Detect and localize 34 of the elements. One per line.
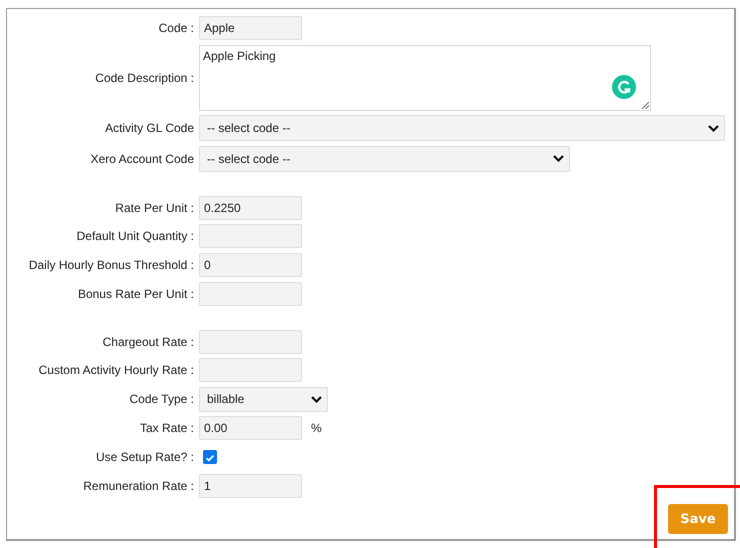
text-field[interactable] <box>199 330 302 354</box>
text-field[interactable] <box>199 358 302 382</box>
field-label: Code Description : <box>94 70 194 85</box>
text-field[interactable]: 0 <box>199 252 302 277</box>
field-label: Code Type : <box>128 392 194 406</box>
field-label: Bonus Rate Per Unit : <box>76 286 194 301</box>
description-field[interactable]: Apple Picking <box>199 44 651 111</box>
text-field[interactable] <box>199 282 302 306</box>
field-label: Rate Per Unit : <box>114 200 194 215</box>
field-label: Xero Account Code <box>90 152 194 166</box>
dropdown[interactable]: -- select code -- <box>199 115 725 142</box>
resize-grip-icon[interactable] <box>641 100 649 109</box>
field-label: Tax Rate : <box>138 421 194 436</box>
text-field[interactable]: 1 <box>199 474 302 498</box>
text-field[interactable]: Apple <box>199 16 302 40</box>
text-field[interactable]: 0.00 <box>199 416 302 440</box>
writing-assistant-icon[interactable] <box>612 74 636 99</box>
field-label: Custom Activity Hourly Rate : <box>38 363 194 378</box>
text-field[interactable] <box>199 224 302 248</box>
chevron-icon <box>311 396 322 403</box>
field-label: Activity GL Code <box>104 121 194 136</box>
chevron-icon <box>553 155 564 162</box>
unit-label: % <box>311 421 322 436</box>
field-label: Default Unit Quantity : <box>76 229 194 244</box>
text-field[interactable]: 0.2250 <box>199 196 302 220</box>
chevron-icon <box>708 124 719 132</box>
field-label: Chargeout Rate : <box>102 334 194 349</box>
field-label: Remuneration Rate : <box>82 478 194 493</box>
field-label: Code : <box>158 21 194 35</box>
field-label: Use Setup Rate? : <box>94 450 194 464</box>
dropdown[interactable]: -- select code -- <box>199 146 570 172</box>
field-label: Daily Hourly Bonus Threshold : <box>28 258 194 272</box>
checkbox[interactable] <box>203 450 217 464</box>
dropdown[interactable]: billable <box>199 386 328 412</box>
